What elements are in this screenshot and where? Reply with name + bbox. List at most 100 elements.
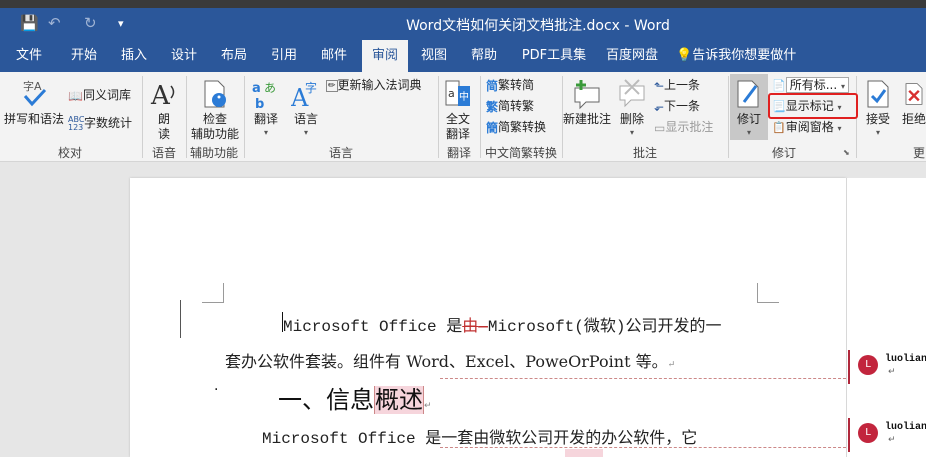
deleted-text: 由 (462, 318, 479, 336)
text-run: Microsoft Office 是一套由微软公司开发的办公软件，它 (262, 430, 698, 448)
translate-label: 翻译 (253, 112, 278, 126)
text-run: Microsoft(微软)公司开发的一 (487, 318, 722, 336)
tab-insert[interactable]: 插入 (112, 40, 156, 72)
to-simplified-label: 繁转简 (498, 78, 535, 92)
thesaurus-label: 同义词库 (82, 88, 131, 102)
accept-icon (867, 80, 889, 108)
tab-baidu-pan[interactable]: 百度网盘 (600, 40, 664, 72)
comment-author: luolian (885, 354, 926, 365)
show-comments-label: 显示批注 (665, 120, 714, 134)
tab-review[interactable]: 审阅 (362, 40, 408, 72)
accessibility-icon (204, 80, 226, 108)
svg-text:あ: あ (264, 81, 276, 95)
language-button[interactable]: A 字 语言 ▾ (288, 74, 324, 142)
paragraph-line-1[interactable]: Microsoft Office 是由—Microsoft(微软)公司开发的一 (283, 312, 721, 336)
group-comments-label: 批注 (632, 146, 657, 160)
top-strip (0, 0, 926, 8)
tracking-options-launcher-icon[interactable]: ⬊ (843, 148, 850, 157)
new-comment-label: 新建批注 (562, 112, 611, 126)
show-comments-button[interactable]: ▭显示批注 (654, 118, 713, 135)
update-ime-label: 更新输入法词典 (337, 78, 422, 92)
paragraph-mark: ↵ (424, 401, 432, 411)
conversion-button[interactable]: 簡简繁转换 (486, 118, 546, 136)
tab-design[interactable]: 设计 (162, 40, 206, 72)
svg-text:字A: 字A (23, 79, 42, 93)
text-run: Microsoft Office 是 (283, 318, 463, 336)
bullet: · (214, 382, 219, 398)
spelling-grammar-button[interactable]: 字A 拼写和语法 (2, 74, 66, 134)
accept-button[interactable]: 接受 ▾ (860, 74, 896, 142)
tab-mailings[interactable]: 邮件 (312, 40, 356, 72)
track-changes-icon (737, 80, 759, 108)
tab-view[interactable]: 视图 (412, 40, 456, 72)
tell-me-search[interactable]: 💡告诉我你想要做什么 (676, 40, 808, 95)
translate-button[interactable]: a あ b 翻译 ▾ (248, 74, 284, 142)
full-translate-label-2: 翻译 (445, 127, 470, 141)
to-traditional-button[interactable]: 繁简转繁 (486, 97, 534, 115)
ribbon-tabs: 文件 开始 插入 设计 布局 引用 邮件 审阅 视图 帮助 PDF工具集 百度网… (0, 40, 926, 95)
accept-label: 接受 (865, 112, 890, 126)
review-pane-button[interactable]: 📋审阅窗格 ▾ (772, 118, 842, 135)
group-translate-label: 翻译 (446, 146, 471, 160)
svg-text:a: a (252, 81, 261, 96)
new-comment-button[interactable]: 新建批注 (562, 74, 612, 134)
check-accessibility-button[interactable]: 检查 辅助功能 (188, 74, 242, 142)
update-ime-button[interactable]: ✏ 更新输入法词典 (326, 76, 422, 93)
word-count-label: 字数统计 (84, 116, 133, 130)
track-changes-button[interactable]: 修订 ▾ (730, 74, 768, 140)
full-translate-button[interactable]: a 中 全文 翻译 (440, 74, 476, 142)
thesaurus-button[interactable]: 📖同义词库 (68, 86, 131, 103)
conversion-label: 简繁转换 (498, 120, 547, 134)
group-language-label: 语言 (328, 146, 353, 160)
review-pane-label: 审阅窗格 (785, 120, 834, 134)
word-count-button[interactable]: ABC 123字数统计 (68, 114, 132, 132)
dropdown-icon: ▾ (263, 128, 268, 137)
tab-layout[interactable]: 布局 (212, 40, 256, 72)
group-accessibility-label: 辅助功能 (189, 146, 238, 160)
heading-text: 一、信息 (278, 386, 374, 414)
comment-balloon[interactable]: L luolian ↵ (848, 418, 926, 452)
markup-display-value: 所有标... ▾ (785, 77, 849, 93)
group-proofing-label: 校对 (57, 146, 82, 160)
read-aloud-button[interactable]: A 朗 读 (146, 74, 182, 142)
paragraph-mark: ↵ (667, 360, 676, 370)
reject-button[interactable]: 拒绝 (898, 74, 926, 142)
change-bar (180, 300, 181, 338)
full-translate-label-1: 全文 (445, 112, 470, 126)
read-aloud-icon: A (150, 81, 175, 110)
markup-display-select[interactable]: 📄 所有标... ▾ (772, 76, 849, 93)
comment-mark: ↵ (888, 367, 896, 377)
tab-file[interactable]: 文件 (6, 40, 52, 72)
group-tracking-label: 修订 (771, 146, 796, 160)
tab-help[interactable]: 帮助 (462, 40, 506, 72)
tab-pdf-tools[interactable]: PDF工具集 (516, 40, 592, 72)
new-comment-icon (574, 80, 600, 110)
to-simplified-button[interactable]: 简繁转简 (486, 76, 534, 94)
svg-text:a: a (448, 87, 455, 100)
tab-references[interactable]: 引用 (262, 40, 306, 72)
commented-text: 概述 (374, 386, 424, 414)
comment-mark: ↵ (888, 435, 896, 445)
spelling-check-icon: 字A (23, 79, 47, 107)
svg-text:A: A (150, 81, 171, 110)
tab-home[interactable]: 开始 (60, 40, 108, 72)
delete-comment-button[interactable]: 删除 ▾ (614, 74, 650, 142)
comment-balloon[interactable]: L luolian ↵ (848, 350, 926, 384)
language-icon: A 字 (291, 80, 317, 110)
comment-icon: ▭ (654, 120, 666, 135)
traditional-icon: 繁 (486, 100, 499, 114)
avatar: L (858, 423, 878, 443)
paragraph-line-3[interactable]: Microsoft Office 是一套由微软公司开发的办公软件，它 (262, 424, 697, 448)
check-access-label-2: 辅助功能 (190, 127, 239, 141)
book-icon: 📖 (68, 88, 83, 103)
read-aloud-label-1: 朗 (157, 112, 170, 126)
next-comment-button[interactable]: ⬐下一条 (654, 97, 700, 114)
paragraph-line-2[interactable]: 套办公软件套装。组件有 Word、Excel、PoweOrPoint 等。↵ (225, 348, 675, 372)
comment-author: luolian (885, 422, 926, 433)
separator (142, 76, 143, 158)
review-pane-icon: 📋 (772, 121, 786, 134)
delete-comment-icon (619, 79, 645, 108)
previous-comment-button[interactable]: ⬑上一条 (654, 76, 700, 93)
check-access-label-1: 检查 (202, 112, 227, 126)
heading-1[interactable]: 一、信息概述↵ (278, 380, 432, 415)
